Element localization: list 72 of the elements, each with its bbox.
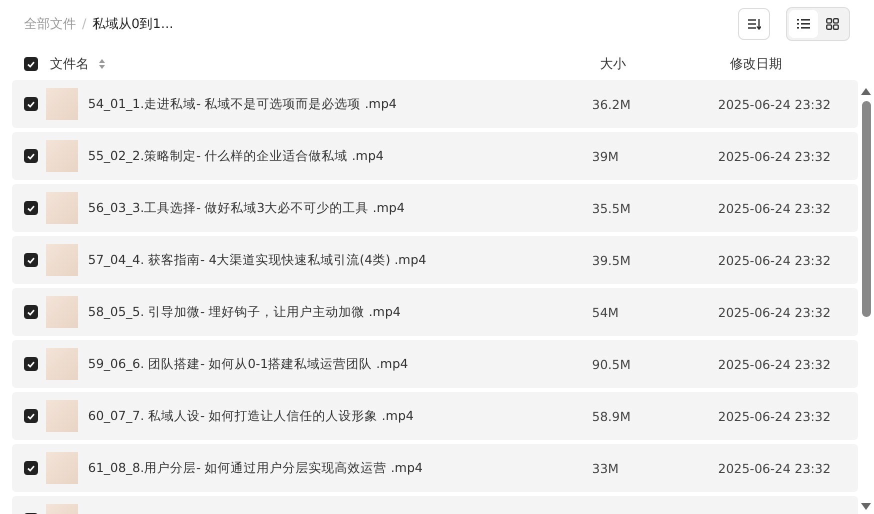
file-row[interactable]: 60_07_7. 私域人设- 如何打造让人信任的人设形象 .mp4 58.9M 2025-06-24 23:32 [12,392,858,440]
modified-date: 2025-06-24 23:32 [718,408,831,424]
file-size: 35.5M [592,200,631,216]
checkbox[interactable] [24,253,38,267]
check-icon [27,60,35,68]
checkbox[interactable] [24,305,38,319]
checkbox[interactable] [24,201,38,215]
file-size: 54M [592,304,619,320]
checkbox[interactable] [24,409,38,423]
grid-icon [826,18,839,30]
video-thumbnail [46,244,78,276]
modified-date: 2025-06-24 23:32 [718,460,831,476]
breadcrumb-separator: / [82,16,86,32]
scroll-down-icon[interactable] [861,503,871,510]
list-view-button[interactable] [789,10,818,38]
file-row[interactable]: 57_04_4. 获客指南- 4大渠道实现快速私域引流(4类) .mp4 39.5M 2025-06-24 23:32 [12,236,858,284]
column-header[interactable]: 文件名 [50,55,89,73]
checkbox[interactable] [24,149,38,163]
check-icon [27,360,35,368]
file-row[interactable]: 58_05_5. 引导加微- 埋好钩子，让用户主动加微 .mp4 54M 2025-06-24 23:32 [12,288,858,336]
video-thumbnail [46,348,78,380]
file-size: 33M [592,460,619,476]
video-thumbnail [46,140,78,172]
check-icon [27,412,35,420]
modified-date: 2025-06-24 23:32 [718,200,831,216]
file-size: 58.9M [592,408,631,424]
file-size: 90.5M [592,356,631,372]
file-row[interactable]: 61_08_8.用户分层- 如何通过用户分层实现高效运营 .mp4 33M 2025-06-24 23:32 [12,444,858,492]
modified-date: 2025-06-24 23:32 [718,356,831,372]
file-name: 59_06_6. 团队搭建- 如何从0-1搭建私域运营团队 .mp4 [88,356,408,372]
file-name: 56_03_3.工具选择- 做好私域3大必不可少的工具 .mp4 [88,200,405,216]
check-icon [27,204,35,212]
check-icon [27,152,35,160]
modified-date: 2025-06-24 23:32 [718,252,831,268]
file-row[interactable]: 54_01_1.走进私域- 私域不是可选项而是必选项 .mp4 36.2M 2025-06-24 23:32 [12,80,858,128]
check-icon [27,308,35,316]
video-thumbnail [46,88,78,120]
video-thumbnail [46,400,78,432]
column-header[interactable]: 大小 [600,55,626,73]
file-name: 60_07_7. 私域人设- 如何打造让人信任的人设形象 .mp4 [88,408,414,424]
column-header[interactable]: 修改日期 [730,55,782,73]
breadcrumb-current: 私域从0到1... [92,16,174,33]
checkbox[interactable] [24,461,38,475]
sort-icon [747,18,761,30]
modified-date: 2025-06-24 23:32 [718,304,831,320]
scroll-up-icon[interactable] [861,88,871,95]
sort-button[interactable] [738,8,770,40]
modified-date: 2025-06-24 23:32 [718,148,831,164]
sort-arrows-icon[interactable] [99,59,105,69]
file-name: 58_05_5. 引导加微- 埋好钩子，让用户主动加微 .mp4 [88,304,401,320]
checkbox[interactable] [24,97,38,111]
check-icon [27,464,35,472]
check-icon [27,256,35,264]
video-thumbnail [46,192,78,224]
file-size: 36.2M [592,96,631,112]
modified-date: 2025-06-24 23:32 [718,96,831,112]
file-row[interactable]: 55_02_2.策略制定- 什么样的企业适合做私域 .mp4 39M 2025-06-24 23:32 [12,132,858,180]
file-row[interactable]: 59_06_6. 团队搭建- 如何从0-1搭建私域运营团队 .mp4 90.5M 2025-06-24 23:32 [12,340,858,388]
file-row[interactable]: 56_03_3.工具选择- 做好私域3大必不可少的工具 .mp4 35.5M 2025-06-24 23:32 [12,184,858,232]
file-name: 55_02_2.策略制定- 什么样的企业适合做私域 .mp4 [88,148,384,164]
video-thumbnail [46,296,78,328]
file-size: 39.5M [592,252,631,268]
scrollbar-thumb[interactable] [862,101,870,317]
checkbox[interactable] [24,357,38,371]
file-name: 54_01_1.走进私域- 私域不是可选项而是必选项 .mp4 [88,96,397,112]
check-icon [27,100,35,108]
video-thumbnail [46,452,78,484]
checkbox[interactable] [24,57,38,71]
list-icon [797,19,810,29]
file-size: 39M [592,148,619,164]
file-name: 57_04_4. 获客指南- 4大渠道实现快速私域引流(4类) .mp4 [88,252,426,268]
file-name: 61_08_8.用户分层- 如何通过用户分层实现高效运营 .mp4 [88,460,423,476]
